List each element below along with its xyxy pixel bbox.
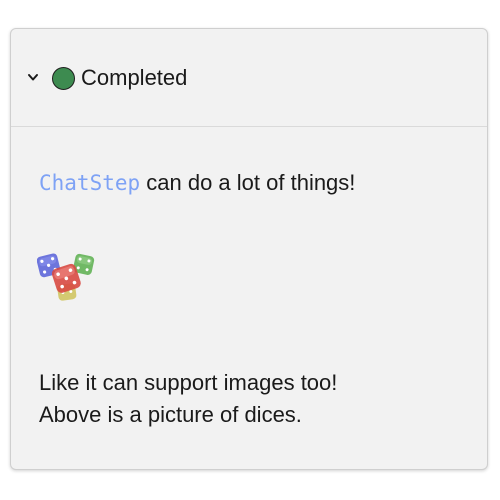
status-label: Completed — [81, 65, 188, 90]
chevron-down-icon[interactable] — [26, 70, 40, 84]
image-caption: Like it can support images too! Above is… — [39, 367, 337, 431]
caption-line-2: Above is a picture of dices. — [39, 402, 302, 427]
code-token: ChatStep — [39, 171, 141, 195]
chat-step-card: Completed ChatStep can do a lot of thing… — [10, 28, 488, 470]
status-dot — [52, 67, 75, 90]
message-line: ChatStep can do a lot of things! — [39, 169, 355, 197]
step-header[interactable]: Completed — [11, 29, 487, 127]
dice-image — [37, 253, 95, 301]
message-text: can do a lot of things! — [140, 170, 356, 195]
caption-line-1: Like it can support images too! — [39, 370, 338, 395]
